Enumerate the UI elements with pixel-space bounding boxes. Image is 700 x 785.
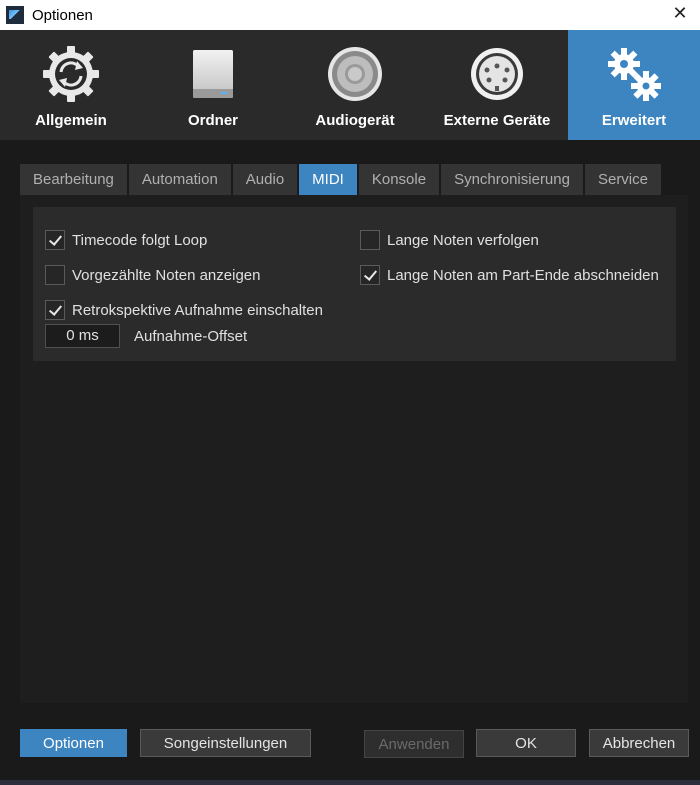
- close-icon[interactable]: ✕: [668, 3, 692, 24]
- tab-synchronisierung[interactable]: Synchronisierung: [441, 164, 583, 195]
- midi-options-box: Timecode folgt Loop Vorgezählte Noten an…: [33, 207, 676, 361]
- category-label: Erweitert: [601, 112, 667, 129]
- tab-service[interactable]: Service: [584, 164, 661, 195]
- tab-audio[interactable]: Audio: [232, 164, 298, 195]
- abbrechen-button[interactable]: Abbrechen: [589, 729, 689, 757]
- category-audiogeraet[interactable]: Audiogerät: [284, 30, 426, 140]
- aufnahme-offset-input[interactable]: 0 ms: [45, 324, 120, 348]
- drive-icon: [193, 50, 233, 98]
- category-label: Externe Geräte: [443, 112, 551, 129]
- midi-connector-icon: [471, 48, 523, 100]
- category-label: Audiogerät: [315, 112, 395, 129]
- tab-bearbeitung[interactable]: Bearbeitung: [20, 164, 127, 195]
- songeinstellungen-button[interactable]: Songeinstellungen: [140, 729, 311, 757]
- option-label: Lange Noten am Part-Ende abschneiden: [387, 266, 659, 284]
- category-erweitert[interactable]: Erweitert: [568, 30, 700, 140]
- window-title: Optionen: [32, 6, 93, 24]
- midi-settings-panel: Timecode folgt Loop Vorgezählte Noten an…: [20, 195, 688, 703]
- tab-konsole[interactable]: Konsole: [358, 164, 440, 195]
- category-allgemein[interactable]: Allgemein: [0, 30, 142, 140]
- background-strip: [0, 780, 700, 785]
- option-timecode-folgt-loop[interactable]: Timecode folgt Loop: [45, 230, 207, 250]
- gears-icon: [608, 48, 661, 101]
- aufnahme-offset-label: Aufnahme-Offset: [134, 328, 248, 345]
- tab-midi[interactable]: MIDI: [299, 164, 357, 195]
- tab-bar: Bearbeitung Automation Audio MIDI Konsol…: [20, 164, 663, 195]
- option-label: Vorgezählte Noten anzeigen: [72, 266, 261, 284]
- anwenden-button[interactable]: Anwenden: [364, 730, 464, 758]
- checkbox-unchecked[interactable]: [45, 265, 65, 285]
- checkbox-checked[interactable]: [45, 230, 65, 250]
- option-retrospektive-aufnahme[interactable]: Retrokspektive Aufnahme einschalten: [45, 300, 323, 320]
- app-icon: [6, 6, 24, 24]
- sync-gear-icon: [43, 46, 99, 102]
- option-vorgezaehlte-noten[interactable]: Vorgezählte Noten anzeigen: [45, 265, 260, 285]
- tab-automation[interactable]: Automation: [128, 164, 231, 195]
- optionen-button[interactable]: Optionen: [20, 729, 127, 757]
- option-label: Lange Noten verfolgen: [387, 231, 539, 249]
- category-label: Allgemein: [35, 112, 107, 129]
- option-label: Retrokspektive Aufnahme einschalten: [72, 301, 323, 319]
- title-bar: Optionen ✕: [0, 0, 700, 30]
- ok-button[interactable]: OK: [476, 729, 576, 757]
- checkbox-unchecked[interactable]: [360, 230, 380, 250]
- option-lange-noten-abschneiden[interactable]: Lange Noten am Part-Ende abschneiden: [360, 265, 659, 285]
- category-ordner[interactable]: Ordner: [142, 30, 284, 140]
- option-label: Timecode folgt Loop: [72, 231, 208, 249]
- speaker-icon: [328, 47, 382, 101]
- checkbox-checked[interactable]: [360, 265, 380, 285]
- category-externe-geraete[interactable]: Externe Geräte: [426, 30, 568, 140]
- option-lange-noten-verfolgen[interactable]: Lange Noten verfolgen: [360, 230, 539, 250]
- category-label: Ordner: [187, 112, 238, 129]
- category-bar: Allgemein Ordner Audiogerät Externe Gerä…: [0, 30, 700, 140]
- checkbox-checked[interactable]: [45, 300, 65, 320]
